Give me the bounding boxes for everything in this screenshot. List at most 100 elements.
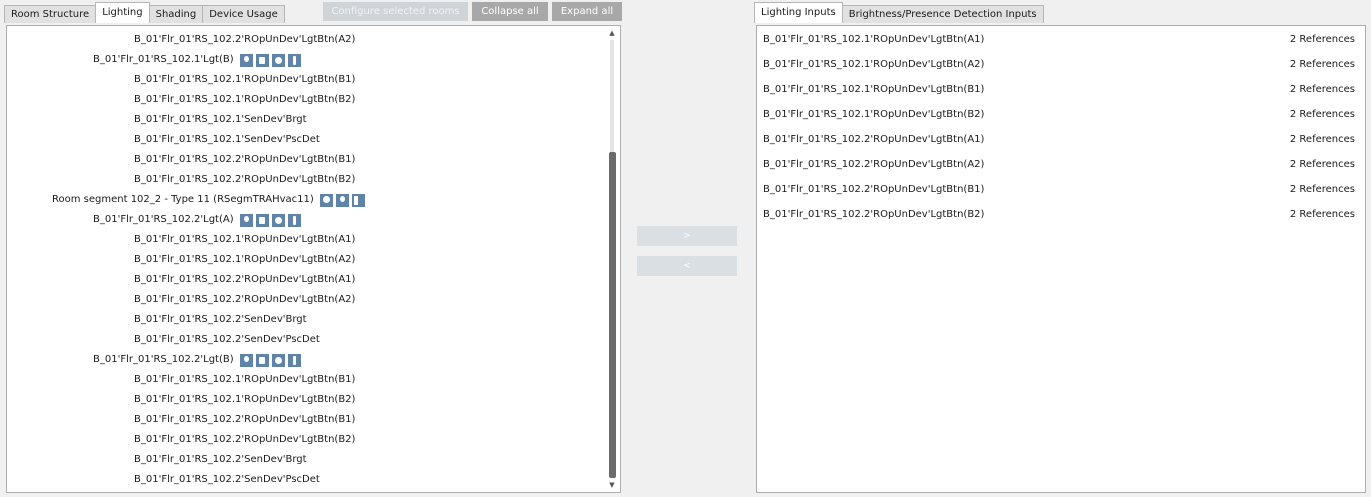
tree-item[interactable]: B_01'Flr_01'RS_102.2'ROpUnDev'LgtBtn(B2) (134, 170, 355, 190)
tree-item[interactable]: Room segment 102_2 - Type 11 (RSegmTRAHv… (52, 190, 368, 210)
left-tab-strip: Room Structure Lighting Shading Device U… (4, 2, 285, 23)
tree-item[interactable]: B_01'Flr_01'RS_102.1'ROpUnDev'LgtBtn(B1) (134, 70, 355, 90)
tree-item[interactable]: B_01'Flr_01'RS_102.2'SenDev'Brgt (134, 310, 307, 330)
tree-item-icons (239, 353, 304, 367)
input-name: B_01'Flr_01'RS_102.1'ROpUnDev'LgtBtn(B2) (763, 109, 985, 120)
tree-item[interactable]: B_01'Flr_01'RS_102.1'ROpUnDev'LgtBtn(B1) (134, 370, 355, 390)
tree-item[interactable]: B_01'Flr_01'RS_102.2'ROpUnDev'LgtBtn(A2) (134, 30, 355, 50)
tree-item-label: B_01'Flr_01'RS_102.1'ROpUnDev'LgtBtn(B1) (134, 374, 356, 385)
add-to-inputs-button[interactable]: > (637, 226, 737, 246)
input-name: B_01'Flr_01'RS_102.2'ROpUnDev'LgtBtn(A2) (763, 159, 985, 170)
scroll-thumb[interactable] (609, 152, 616, 478)
walk-icon[interactable] (287, 353, 301, 367)
input-reference-count: 2 References (1289, 84, 1355, 95)
lighting-input-row[interactable]: B_01'Flr_01'RS_102.1'ROpUnDev'LgtBtn(A1)… (763, 30, 1355, 50)
tree-item-label: B_01'Flr_01'RS_102.2'ROpUnDev'LgtBtn(B2) (134, 174, 356, 185)
collapse-all-button[interactable]: Collapse all (472, 2, 548, 21)
hand-icon[interactable] (255, 53, 269, 67)
lighting-input-row[interactable]: B_01'Flr_01'RS_102.1'ROpUnDev'LgtBtn(A2)… (763, 55, 1355, 75)
input-reference-count: 2 References (1289, 34, 1355, 45)
input-reference-count: 2 References (1289, 59, 1355, 70)
tree-item-label: Room segment 102_2 - Type 11 (RSegmTRAHv… (52, 194, 314, 205)
lighting-inputs-panel[interactable]: B_01'Flr_01'RS_102.1'ROpUnDev'LgtBtn(A1)… (756, 25, 1366, 493)
hand-icon[interactable] (255, 213, 269, 227)
input-name: B_01'Flr_01'RS_102.1'ROpUnDev'LgtBtn(B1) (763, 84, 985, 95)
input-name: B_01'Flr_01'RS_102.2'ROpUnDev'LgtBtn(B1) (763, 184, 985, 195)
tree-item-label: B_01'Flr_01'RS_102.2'Lgt(A) (93, 214, 234, 225)
tab-room-structure[interactable]: Room Structure (4, 5, 97, 23)
input-reference-count: 2 References (1289, 184, 1355, 195)
lighting-input-row[interactable]: B_01'Flr_01'RS_102.1'ROpUnDev'LgtBtn(B1)… (763, 80, 1355, 100)
tree-item-label: B_01'Flr_01'RS_102.2'ROpUnDev'LgtBtn(A2) (134, 294, 356, 305)
tab-brightness-presence-inputs[interactable]: Brightness/Presence Detection Inputs (841, 5, 1044, 23)
tree-item-label: B_01'Flr_01'RS_102.2'ROpUnDev'LgtBtn(A1) (134, 274, 356, 285)
lighting-tree-panel[interactable]: B_01'Flr_01'RS_102.2'ROpUnDev'LgtBtn(A2)… (6, 25, 621, 493)
tree-item-label: B_01'Flr_01'RS_102.1'SenDev'PscDet (134, 134, 320, 145)
sun-icon[interactable] (271, 353, 285, 367)
tree-item[interactable]: B_01'Flr_01'RS_102.1'ROpUnDev'LgtBtn(A1) (134, 230, 355, 250)
input-reference-count: 2 References (1289, 134, 1355, 145)
tree-item-label: B_01'Flr_01'RS_102.2'SenDev'PscDet (134, 474, 320, 485)
tree-item-label: B_01'Flr_01'RS_102.2'ROpUnDev'LgtBtn(B1) (134, 154, 356, 165)
bulb-icon[interactable] (239, 353, 253, 367)
tree-item-icons (319, 193, 368, 207)
tree-item[interactable]: B_01'Flr_01'RS_102.2'ROpUnDev'LgtBtn(B1) (134, 150, 355, 170)
tree-item[interactable]: B_01'Flr_01'RS_102.1'Lgt(B) (93, 50, 304, 70)
input-reference-count: 2 References (1289, 209, 1355, 220)
panel-icon[interactable] (351, 193, 365, 207)
input-name: B_01'Flr_01'RS_102.2'ROpUnDev'LgtBtn(B2) (763, 209, 985, 220)
tree-item-label: B_01'Flr_01'RS_102.2'SenDev'PscDet (134, 334, 320, 345)
tree-item[interactable]: B_01'Flr_01'RS_102.2'ROpUnDev'LgtBtn(A2) (134, 290, 355, 310)
tree-item[interactable]: B_01'Flr_01'RS_102.1'ROpUnDev'LgtBtn(B2) (134, 390, 355, 410)
tree-item-label: B_01'Flr_01'RS_102.2'Lgt(B) (93, 354, 234, 365)
tree-item[interactable]: B_01'Flr_01'RS_102.1'SenDev'PscDet (134, 130, 320, 150)
tree-item-label: B_01'Flr_01'RS_102.1'ROpUnDev'LgtBtn(A1) (134, 234, 356, 245)
hand-icon[interactable] (255, 353, 269, 367)
lighting-input-row[interactable]: B_01'Flr_01'RS_102.2'ROpUnDev'LgtBtn(B1)… (763, 180, 1355, 200)
tree-item[interactable]: B_01'Flr_01'RS_102.2'ROpUnDev'LgtBtn(B2) (134, 430, 355, 450)
tree-item[interactable]: B_01'Flr_01'RS_102.2'Lgt(B) (93, 350, 304, 370)
configure-selected-rooms-button[interactable]: Configure selected rooms (323, 2, 468, 21)
tree-item[interactable]: B_01'Flr_01'RS_102.2'SenDev'PscDet (134, 330, 320, 350)
tree-item-label: B_01'Flr_01'RS_102.2'SenDev'Brgt (134, 454, 307, 465)
tree-item[interactable]: B_01'Flr_01'RS_102.2'ROpUnDev'LgtBtn(A1) (134, 270, 355, 290)
scroll-up-arrow-icon[interactable]: ▲ (606, 28, 618, 38)
sun-icon[interactable] (271, 213, 285, 227)
tree-item[interactable]: B_01'Flr_01'RS_102.2'Lgt(A) (93, 210, 304, 230)
tab-device-usage[interactable]: Device Usage (202, 5, 285, 23)
input-name: B_01'Flr_01'RS_102.1'ROpUnDev'LgtBtn(A2) (763, 59, 985, 70)
remove-from-inputs-button[interactable]: < (637, 256, 737, 276)
tree-item-label: B_01'Flr_01'RS_102.1'ROpUnDev'LgtBtn(B2) (134, 394, 356, 405)
input-name: B_01'Flr_01'RS_102.1'ROpUnDev'LgtBtn(A1) (763, 34, 985, 45)
tree-scrollbar[interactable]: ▲ ▼ (606, 28, 618, 490)
lighting-input-row[interactable]: B_01'Flr_01'RS_102.2'ROpUnDev'LgtBtn(B2)… (763, 205, 1355, 225)
tree-item-label: B_01'Flr_01'RS_102.1'ROpUnDev'LgtBtn(A2) (134, 254, 356, 265)
person-icon[interactable] (319, 193, 333, 207)
tree-item[interactable]: B_01'Flr_01'RS_102.2'ROpUnDev'LgtBtn(B1) (134, 410, 355, 430)
tree-item[interactable]: B_01'Flr_01'RS_102.1'ROpUnDev'LgtBtn(A2) (134, 250, 355, 270)
tree-item-label: B_01'Flr_01'RS_102.2'ROpUnDev'LgtBtn(B1) (134, 414, 356, 425)
tab-lighting[interactable]: Lighting (95, 2, 150, 23)
lighting-input-row[interactable]: B_01'Flr_01'RS_102.2'ROpUnDev'LgtBtn(A1)… (763, 130, 1355, 150)
right-tab-strip: Lighting Inputs Brightness/Presence Dete… (754, 2, 1044, 23)
walk-icon[interactable] (287, 53, 301, 67)
walk-icon[interactable] (287, 213, 301, 227)
lighting-input-row[interactable]: B_01'Flr_01'RS_102.1'ROpUnDev'LgtBtn(B2)… (763, 105, 1355, 125)
tree-item[interactable]: B_01'Flr_01'RS_102.1'ROpUnDev'LgtBtn(B2) (134, 90, 355, 110)
tree-item[interactable]: B_01'Flr_01'RS_102.2'SenDev'Brgt (134, 450, 307, 470)
input-reference-count: 2 References (1289, 109, 1355, 120)
tree-item-label: B_01'Flr_01'RS_102.1'Lgt(B) (93, 54, 234, 65)
sun-icon[interactable] (271, 53, 285, 67)
tab-shading[interactable]: Shading (148, 5, 204, 23)
bulb-icon[interactable] (239, 53, 253, 67)
bulb-icon[interactable] (335, 193, 349, 207)
bulb-icon[interactable] (239, 213, 253, 227)
tree-item[interactable]: B_01'Flr_01'RS_102.2'SenDev'PscDet (134, 470, 320, 490)
tree-item-label: B_01'Flr_01'RS_102.1'ROpUnDev'LgtBtn(B1) (134, 74, 356, 85)
lighting-input-row[interactable]: B_01'Flr_01'RS_102.2'ROpUnDev'LgtBtn(A2)… (763, 155, 1355, 175)
tab-lighting-inputs[interactable]: Lighting Inputs (754, 2, 843, 23)
expand-all-button[interactable]: Expand all (552, 2, 622, 21)
tree-item[interactable]: B_01'Flr_01'RS_102.1'SenDev'Brgt (134, 110, 307, 130)
tree-item-icons (239, 53, 304, 67)
scroll-down-arrow-icon[interactable]: ▼ (606, 480, 618, 490)
